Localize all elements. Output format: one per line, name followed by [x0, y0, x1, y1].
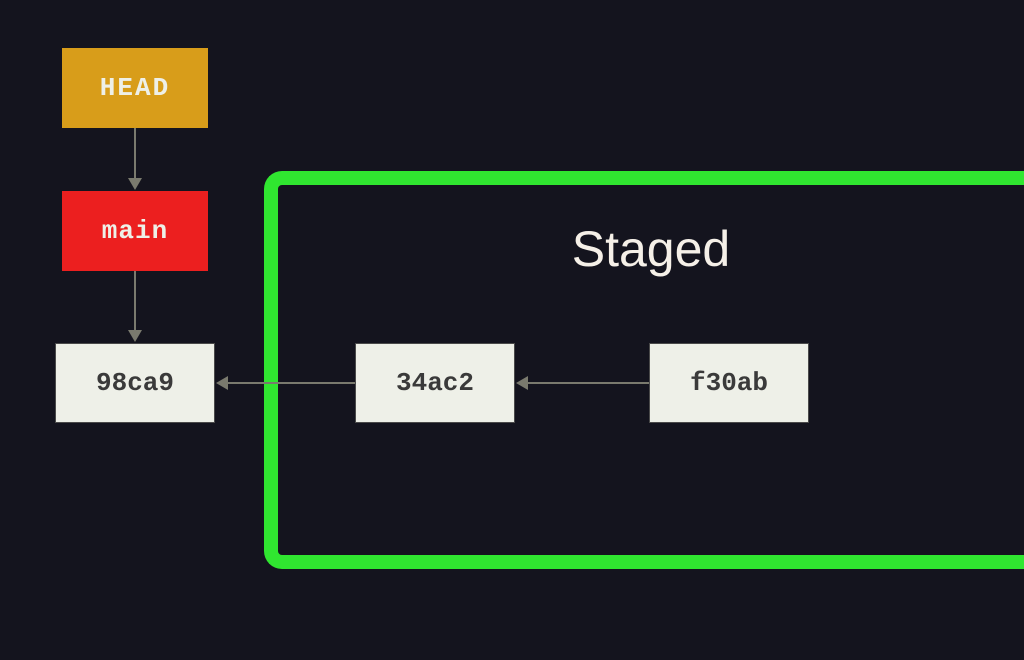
arrow-main-to-commit1: [134, 271, 136, 330]
commit-hash-3: f30ab: [690, 368, 768, 398]
commit-hash-2: 34ac2: [396, 368, 474, 398]
arrowhead-icon: [128, 178, 142, 190]
commit-box-3: f30ab: [649, 343, 809, 423]
main-label: main: [102, 216, 168, 246]
main-branch-box: main: [62, 191, 208, 271]
commit-hash-1: 98ca9: [96, 368, 174, 398]
head-label: HEAD: [100, 73, 170, 103]
commit-box-2: 34ac2: [355, 343, 515, 423]
arrowhead-icon: [216, 376, 228, 390]
arrow-commit2-to-commit1: [228, 382, 355, 384]
arrow-commit3-to-commit2: [528, 382, 649, 384]
commit-box-1: 98ca9: [55, 343, 215, 423]
head-ref-box: HEAD: [62, 48, 208, 128]
arrowhead-icon: [516, 376, 528, 390]
arrow-head-to-main: [134, 128, 136, 178]
arrowhead-icon: [128, 330, 142, 342]
